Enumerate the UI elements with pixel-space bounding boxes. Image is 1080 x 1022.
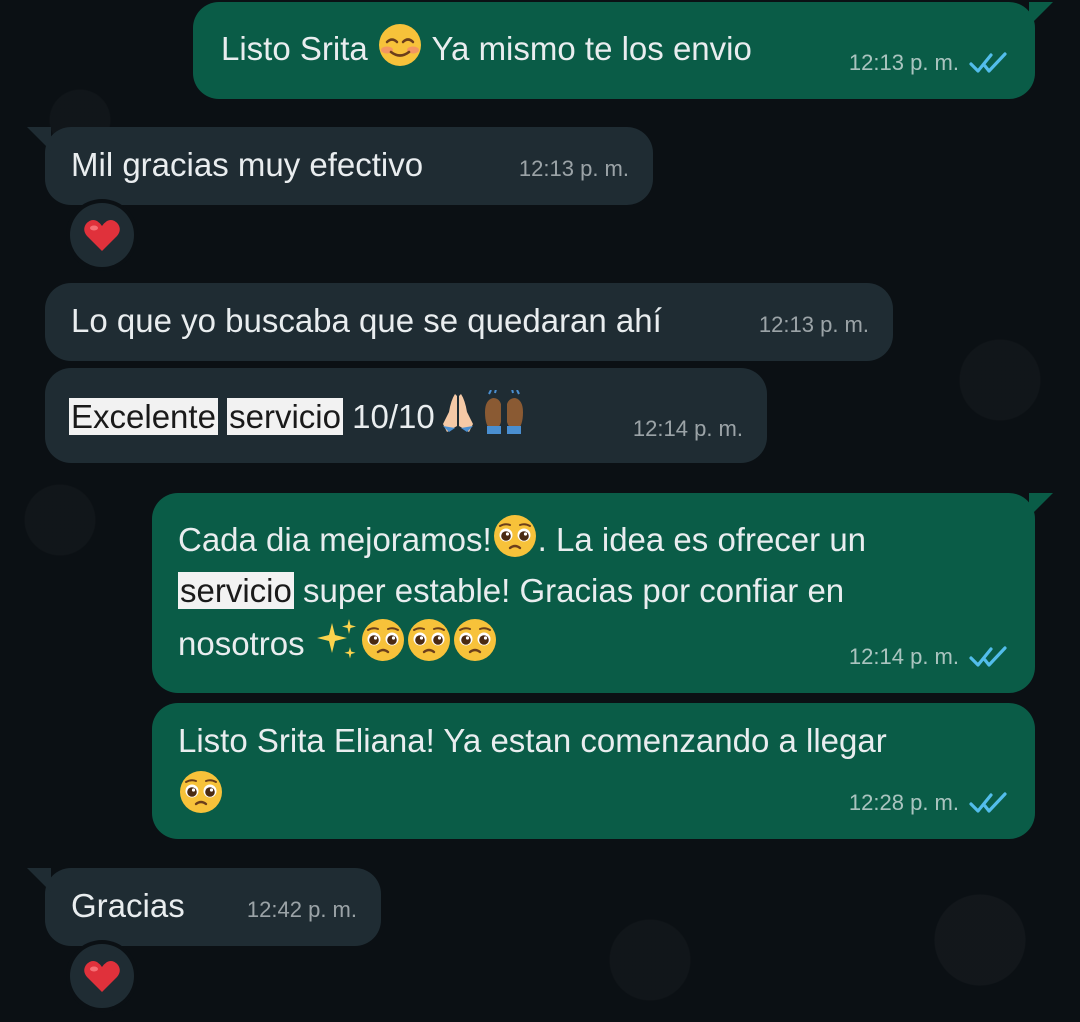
message-time: 12:13 p. m.	[518, 156, 629, 181]
message-line: servicio super estable! Gracias por conf…	[178, 565, 844, 617]
message-meta: 12:13 p. m.	[759, 299, 869, 351]
message-line: Cada dia mejoramos! . La idea es ofrecer …	[178, 513, 866, 566]
bubble-tail	[27, 868, 51, 892]
message-text: Listo Srita Eliana! Ya estan comenzando …	[178, 722, 887, 759]
highlighted-word: servicio	[178, 572, 294, 609]
smiling-face-icon	[377, 22, 423, 68]
chat-window: Listo Srita Ya mismo te los envio 12:13 …	[0, 0, 1080, 1022]
message-bubble-outgoing[interactable]: Cada dia mejoramos! . La idea es ofrecer …	[152, 493, 1053, 693]
red-heart-icon	[82, 956, 122, 996]
message-time: 12:14 p. m.	[848, 644, 959, 669]
reaction-badge[interactable]	[70, 203, 134, 267]
message-text-part: nosotros	[178, 625, 305, 662]
message-time: 12:13 p. m.	[758, 312, 869, 337]
folded-hands-icon	[435, 390, 481, 436]
message-time: 12:13 p. m.	[848, 50, 959, 75]
pleading-face-icon	[492, 513, 538, 559]
message-meta: 12:28 p. m.	[849, 777, 1011, 829]
red-heart-icon	[82, 215, 122, 255]
message-text: Mil gracias muy efectivo	[71, 146, 424, 183]
pleading-face-icon	[360, 617, 406, 663]
message-meta: 12:14 p. m.	[633, 403, 743, 455]
raising-hands-icon	[481, 390, 527, 436]
message-bubble-outgoing[interactable]: Listo Srita Ya mismo te los envio 12:13 …	[193, 2, 1053, 99]
message-meta: 12:42 p. m.	[247, 884, 357, 936]
reaction-badge[interactable]	[70, 944, 134, 1008]
message-text: Excelente servicio 10/10	[69, 390, 527, 443]
message-bubble-incoming[interactable]: Lo que yo buscaba que se quedaran ahí 12…	[45, 283, 893, 361]
highlighted-word: servicio	[227, 398, 343, 435]
message-line	[178, 769, 224, 822]
double-check-icon	[969, 52, 1011, 74]
bubble-tail	[1029, 493, 1053, 517]
message-text: Gracias	[71, 887, 185, 924]
sparkles-icon	[314, 617, 360, 663]
message-bubble-incoming[interactable]: Mil gracias muy efectivo 12:13 p. m.	[27, 127, 653, 205]
message-meta: 12:14 p. m.	[849, 631, 1011, 683]
message-text-part: Ya mismo te los envio	[431, 30, 752, 67]
message-text-part: 10/10	[352, 398, 435, 435]
bubble-tail	[1029, 2, 1053, 26]
double-check-icon	[969, 646, 1011, 668]
message-bubble-incoming[interactable]: Excelente servicio 10/10 12:14 p. m.	[45, 368, 767, 463]
message-bubble-incoming[interactable]: Gracias 12:42 p. m.	[27, 868, 381, 946]
message-text-part: super estable! Gracias por confiar en	[303, 572, 845, 609]
message-time: 12:42 p. m.	[246, 897, 357, 922]
message-text: Lo que yo buscaba que se quedaran ahí	[71, 302, 662, 339]
message-text-part: Listo Srita	[221, 30, 368, 67]
message-meta: 12:13 p. m.	[519, 143, 629, 195]
message-meta: 12:13 p. m.	[849, 37, 1011, 89]
pleading-face-icon	[178, 769, 224, 815]
highlighted-word: Excelente	[69, 398, 218, 435]
pleading-face-icon	[406, 617, 452, 663]
message-text-part: . La idea es ofrecer un	[537, 521, 867, 558]
message-time: 12:28 p. m.	[848, 790, 959, 815]
bubble-tail	[27, 127, 51, 151]
message-time: 12:14 p. m.	[632, 416, 743, 441]
message-text: Listo Srita Ya mismo te los envio	[221, 22, 752, 75]
pleading-face-icon	[452, 617, 498, 663]
message-line: nosotros	[178, 617, 498, 670]
message-text-part: Cada dia mejoramos!	[178, 521, 492, 558]
double-check-icon	[969, 792, 1011, 814]
message-bubble-outgoing[interactable]: Listo Srita Eliana! Ya estan comenzando …	[152, 703, 1035, 839]
